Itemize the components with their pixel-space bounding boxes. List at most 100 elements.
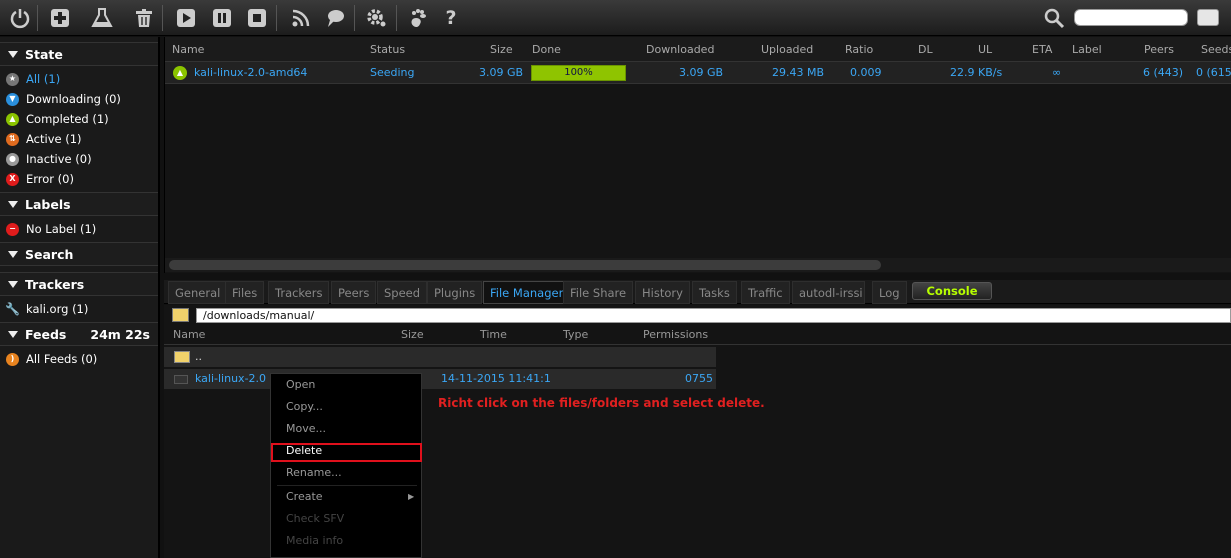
completed-icon: ▲ [6, 112, 19, 126]
menu-item-check-sfv: Check SFV [286, 512, 345, 525]
col-done[interactable]: Done [532, 37, 561, 62]
trash-icon[interactable] [130, 4, 158, 32]
gear-icon[interactable] [362, 4, 390, 32]
error-icon: X [6, 172, 19, 186]
menu-item-open[interactable]: Open [271, 375, 421, 395]
state-item-error[interactable]: X Error (0) [6, 169, 74, 189]
fm-col-type[interactable]: Type [563, 325, 588, 345]
col-peers[interactable]: Peers [1144, 37, 1174, 62]
file-time: 14-11-2015 11:41:1 [441, 372, 551, 385]
state-item-all[interactable]: ★ All (1) [6, 69, 60, 89]
add-icon[interactable] [46, 4, 74, 32]
col-dl[interactable]: DL [918, 37, 933, 62]
tab-log[interactable]: Log [872, 281, 907, 304]
tab-traffic[interactable]: Traffic [741, 281, 790, 304]
list-item[interactable]: .. [164, 347, 716, 367]
labels-header[interactable]: Labels [0, 192, 158, 216]
torrent-eta: ∞ [1052, 66, 1062, 79]
fm-col-size[interactable]: Size [401, 325, 424, 345]
collapse-triangle-icon [8, 281, 18, 288]
progress-label: 100% [564, 67, 593, 78]
label-item-no-label[interactable]: − No Label (1) [6, 219, 96, 239]
menu-item-rename[interactable]: Rename... [271, 463, 421, 483]
torrent-seeds: 0 (615 [1196, 66, 1231, 79]
torrent-status: Seeding [370, 66, 415, 79]
tab-autodl-irssi[interactable]: autodl-irssi [792, 281, 865, 304]
list-header: Name Status Size Done Downloaded Uploade… [165, 37, 1231, 62]
rss-icon[interactable] [287, 4, 315, 32]
tab-tasks[interactable]: Tasks [692, 281, 737, 304]
col-seeds[interactable]: Seeds [1201, 37, 1231, 62]
collapse-triangle-icon [8, 201, 18, 208]
up-dir-label: .. [195, 350, 202, 363]
col-eta[interactable]: ETA [1032, 37, 1052, 62]
tab-history[interactable]: History [635, 281, 690, 304]
col-label[interactable]: Label [1072, 37, 1102, 62]
tab-files[interactable]: Files [225, 281, 265, 304]
gnome-icon[interactable] [404, 4, 432, 32]
state-item-completed[interactable]: ▲ Completed (1) [6, 109, 109, 129]
search-header[interactable]: Search [0, 242, 158, 266]
trackers-header[interactable]: Trackers [0, 272, 158, 296]
folder-icon [174, 351, 190, 363]
col-ratio[interactable]: Ratio [845, 37, 873, 62]
feed-item-all[interactable]: ) All Feeds (0) [6, 349, 97, 369]
speech-icon[interactable] [321, 4, 349, 32]
inactive-icon: ● [6, 152, 19, 166]
collapse-triangle-icon [8, 51, 18, 58]
state-item-downloading[interactable]: ▼ Downloading (0) [6, 89, 121, 109]
torrent-size: 3.09 GB [479, 66, 524, 79]
submenu-arrow-icon: ▶ [408, 492, 415, 501]
tab-trackers[interactable]: Trackers [268, 281, 330, 304]
list-item[interactable]: kali-linux-2.0 14-11-2015 11:41:1 0755 [164, 369, 716, 389]
collapse-triangle-icon [8, 251, 18, 258]
flask-icon[interactable] [88, 4, 116, 32]
col-status[interactable]: Status [370, 37, 405, 62]
tab-plugins[interactable]: Plugins [427, 281, 483, 304]
col-ul[interactable]: UL [978, 37, 992, 62]
torrent-name: kali-linux-2.0-amd64 [194, 66, 308, 79]
detail-tabs: General Files Trackers Peers Speed Plugi… [164, 280, 1231, 304]
col-uploaded[interactable]: Uploaded [761, 37, 813, 62]
col-size[interactable]: Size [490, 37, 513, 62]
torrent-row[interactable]: ▲ kali-linux-2.0-amd64 Seeding 3.09 GB 1… [165, 62, 1231, 84]
state-item-active[interactable]: ⇅ Active (1) [6, 129, 82, 149]
tab-file-manager[interactable]: File Manager [483, 281, 571, 304]
search-input[interactable] [1074, 9, 1188, 26]
progress-bar: 100% [531, 65, 626, 81]
pause-icon[interactable] [208, 4, 236, 32]
horizontal-scrollbar-thumb[interactable] [169, 260, 881, 270]
active-icon: ⇅ [6, 132, 19, 146]
state-header[interactable]: State [0, 42, 158, 66]
tab-file-share[interactable]: File Share [563, 281, 634, 304]
fm-col-time[interactable]: Time [480, 325, 507, 345]
tracker-item-kali[interactable]: 🔧 kali.org (1) [5, 299, 88, 319]
folder-up-icon[interactable] [172, 308, 189, 322]
tab-speed[interactable]: Speed [377, 281, 428, 304]
help-icon[interactable]: ? [437, 4, 465, 32]
stop-icon[interactable] [243, 4, 271, 32]
tab-peers[interactable]: Peers [331, 281, 377, 304]
sidebar: State ★ All (1) ▼ Downloading (0) ▲ Complet… [0, 37, 160, 558]
menu-item-copy[interactable]: Copy... [271, 397, 421, 417]
power-icon[interactable] [6, 4, 34, 32]
menu-item-create[interactable]: Create ▶ [271, 487, 421, 507]
play-icon[interactable] [172, 4, 200, 32]
feeds-header[interactable]: Feeds 24m 22s [0, 322, 158, 346]
menu-item-move[interactable]: Move... [271, 419, 421, 439]
menu-item-media-info: Media info [286, 534, 344, 547]
search-engine-toggle[interactable] [1197, 9, 1219, 26]
instruction-annotation: Richt click on the files/folders and sel… [438, 396, 765, 410]
file-folder-icon [174, 375, 188, 384]
fm-col-permissions[interactable]: Permissions [643, 325, 708, 345]
search-icon[interactable] [1040, 4, 1068, 32]
tab-general[interactable]: General [168, 281, 228, 304]
col-downloaded[interactable]: Downloaded [646, 37, 714, 62]
console-button[interactable]: Console [912, 282, 992, 300]
fm-col-name[interactable]: Name [173, 325, 205, 345]
path-input[interactable]: /downloads/manual/ [196, 308, 1231, 323]
torrent-peers: 6 (443) [1143, 66, 1184, 79]
col-name[interactable]: Name [172, 37, 204, 62]
wrench-icon: 🔧 [5, 302, 20, 316]
state-item-inactive[interactable]: ● Inactive (0) [6, 149, 92, 169]
